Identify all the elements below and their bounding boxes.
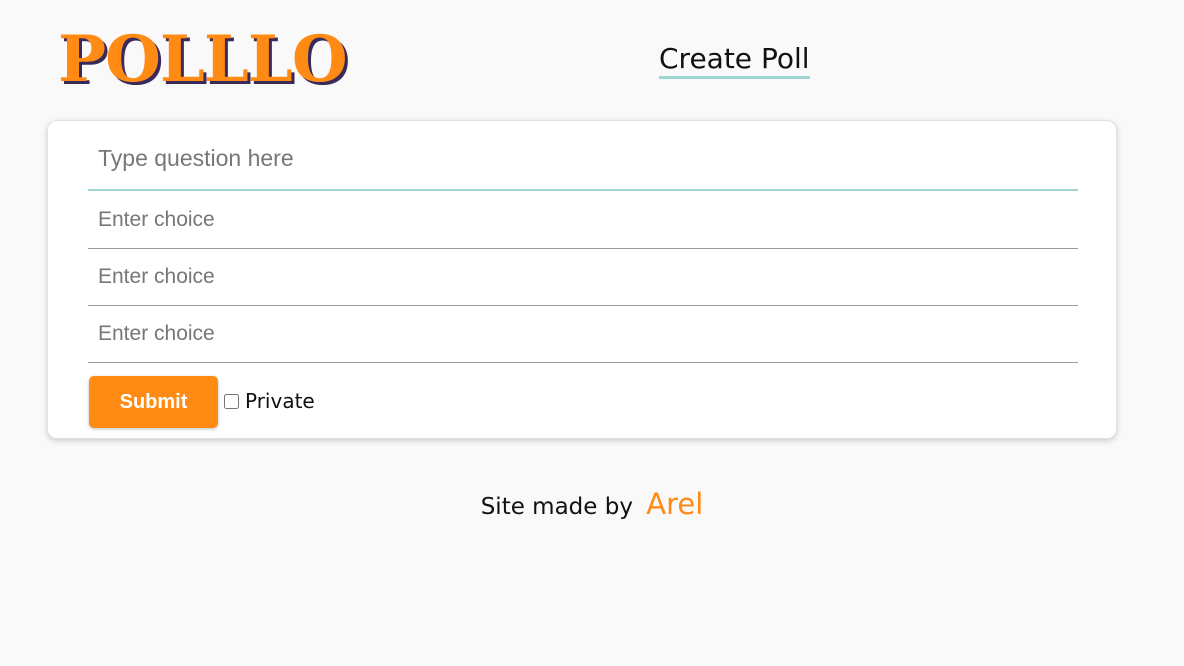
private-label: Private: [245, 389, 315, 413]
choice-input-3[interactable]: [88, 306, 1078, 363]
create-poll-form: Submit Private: [47, 120, 1117, 439]
site-header: POLLLO Create Poll: [0, 0, 1184, 110]
choice-input-1[interactable]: [88, 192, 1078, 249]
private-option[interactable]: Private: [224, 387, 315, 415]
footer-credit-text: Site made by: [480, 494, 633, 520]
question-input[interactable]: [88, 127, 1078, 191]
footer-author-link[interactable]: Arel: [646, 487, 703, 521]
site-footer: Site made by Arel: [0, 484, 1184, 527]
choice-input-2[interactable]: [88, 249, 1078, 306]
nav-create-poll-link[interactable]: Create Poll: [659, 42, 810, 79]
private-checkbox[interactable]: [224, 393, 239, 409]
submit-button[interactable]: Submit: [89, 376, 218, 428]
site-logo[interactable]: POLLLO: [58, 20, 348, 100]
